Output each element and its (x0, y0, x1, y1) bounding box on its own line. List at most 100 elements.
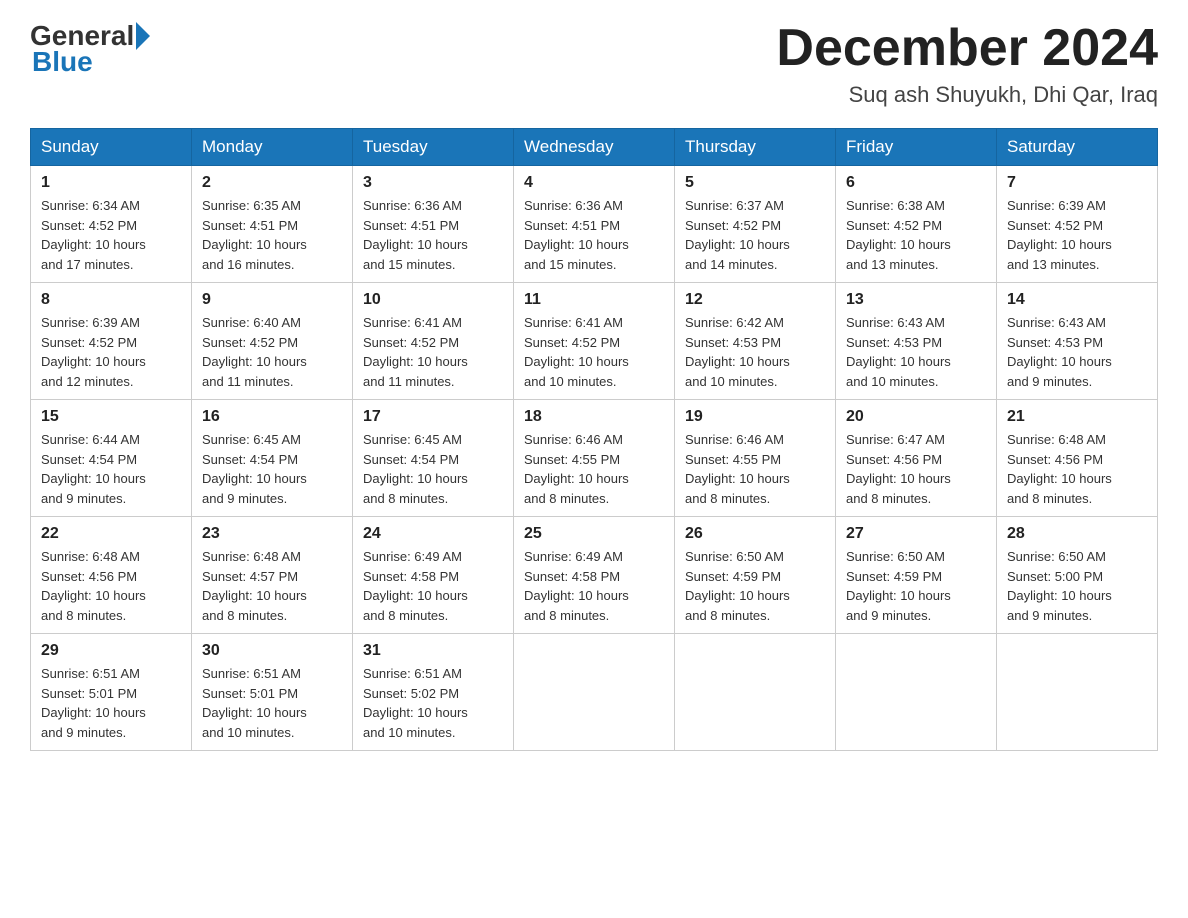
day-number: 17 (363, 408, 503, 426)
day-info: Sunrise: 6:48 AM Sunset: 4:56 PM Dayligh… (1007, 430, 1147, 508)
day-number: 12 (685, 291, 825, 309)
day-number: 19 (685, 408, 825, 426)
day-info: Sunrise: 6:48 AM Sunset: 4:57 PM Dayligh… (202, 547, 342, 625)
day-number: 25 (524, 525, 664, 543)
day-number: 13 (846, 291, 986, 309)
calendar-cell: 17 Sunrise: 6:45 AM Sunset: 4:54 PM Dayl… (353, 400, 514, 517)
calendar-cell: 27 Sunrise: 6:50 AM Sunset: 4:59 PM Dayl… (836, 517, 997, 634)
calendar-cell: 7 Sunrise: 6:39 AM Sunset: 4:52 PM Dayli… (997, 166, 1158, 283)
day-header-row: Sunday Monday Tuesday Wednesday Thursday… (31, 129, 1158, 166)
calendar-cell: 2 Sunrise: 6:35 AM Sunset: 4:51 PM Dayli… (192, 166, 353, 283)
day-number: 27 (846, 525, 986, 543)
header-wednesday: Wednesday (514, 129, 675, 166)
day-number: 21 (1007, 408, 1147, 426)
day-number: 31 (363, 642, 503, 660)
week-row-1: 1 Sunrise: 6:34 AM Sunset: 4:52 PM Dayli… (31, 166, 1158, 283)
header: General Blue December 2024 Suq ash Shuyu… (30, 20, 1158, 108)
week-row-4: 22 Sunrise: 6:48 AM Sunset: 4:56 PM Dayl… (31, 517, 1158, 634)
day-info: Sunrise: 6:51 AM Sunset: 5:02 PM Dayligh… (363, 664, 503, 742)
day-info: Sunrise: 6:41 AM Sunset: 4:52 PM Dayligh… (363, 313, 503, 391)
calendar-cell: 23 Sunrise: 6:48 AM Sunset: 4:57 PM Dayl… (192, 517, 353, 634)
day-number: 4 (524, 174, 664, 192)
title-area: December 2024 Suq ash Shuyukh, Dhi Qar, … (776, 20, 1158, 108)
calendar-cell: 6 Sunrise: 6:38 AM Sunset: 4:52 PM Dayli… (836, 166, 997, 283)
day-info: Sunrise: 6:45 AM Sunset: 4:54 PM Dayligh… (363, 430, 503, 508)
day-number: 29 (41, 642, 181, 660)
calendar-cell: 22 Sunrise: 6:48 AM Sunset: 4:56 PM Dayl… (31, 517, 192, 634)
header-monday: Monday (192, 129, 353, 166)
calendar-cell (675, 634, 836, 751)
calendar-cell: 19 Sunrise: 6:46 AM Sunset: 4:55 PM Dayl… (675, 400, 836, 517)
day-number: 16 (202, 408, 342, 426)
calendar-cell: 10 Sunrise: 6:41 AM Sunset: 4:52 PM Dayl… (353, 283, 514, 400)
calendar-cell: 9 Sunrise: 6:40 AM Sunset: 4:52 PM Dayli… (192, 283, 353, 400)
day-info: Sunrise: 6:43 AM Sunset: 4:53 PM Dayligh… (1007, 313, 1147, 391)
calendar-cell: 5 Sunrise: 6:37 AM Sunset: 4:52 PM Dayli… (675, 166, 836, 283)
calendar-cell: 13 Sunrise: 6:43 AM Sunset: 4:53 PM Dayl… (836, 283, 997, 400)
day-number: 15 (41, 408, 181, 426)
location-title: Suq ash Shuyukh, Dhi Qar, Iraq (776, 82, 1158, 108)
day-number: 11 (524, 291, 664, 309)
header-friday: Friday (836, 129, 997, 166)
day-number: 20 (846, 408, 986, 426)
logo-arrow-icon (136, 22, 150, 50)
day-number: 10 (363, 291, 503, 309)
day-info: Sunrise: 6:46 AM Sunset: 4:55 PM Dayligh… (524, 430, 664, 508)
day-info: Sunrise: 6:50 AM Sunset: 4:59 PM Dayligh… (685, 547, 825, 625)
header-thursday: Thursday (675, 129, 836, 166)
week-row-3: 15 Sunrise: 6:44 AM Sunset: 4:54 PM Dayl… (31, 400, 1158, 517)
day-info: Sunrise: 6:38 AM Sunset: 4:52 PM Dayligh… (846, 196, 986, 274)
calendar-cell: 11 Sunrise: 6:41 AM Sunset: 4:52 PM Dayl… (514, 283, 675, 400)
day-info: Sunrise: 6:43 AM Sunset: 4:53 PM Dayligh… (846, 313, 986, 391)
day-number: 26 (685, 525, 825, 543)
day-number: 18 (524, 408, 664, 426)
day-info: Sunrise: 6:34 AM Sunset: 4:52 PM Dayligh… (41, 196, 181, 274)
day-number: 5 (685, 174, 825, 192)
day-info: Sunrise: 6:49 AM Sunset: 4:58 PM Dayligh… (524, 547, 664, 625)
calendar-cell (514, 634, 675, 751)
day-info: Sunrise: 6:42 AM Sunset: 4:53 PM Dayligh… (685, 313, 825, 391)
day-info: Sunrise: 6:40 AM Sunset: 4:52 PM Dayligh… (202, 313, 342, 391)
logo: General Blue (30, 20, 152, 78)
day-number: 2 (202, 174, 342, 192)
day-number: 22 (41, 525, 181, 543)
day-info: Sunrise: 6:47 AM Sunset: 4:56 PM Dayligh… (846, 430, 986, 508)
day-number: 8 (41, 291, 181, 309)
day-info: Sunrise: 6:49 AM Sunset: 4:58 PM Dayligh… (363, 547, 503, 625)
day-info: Sunrise: 6:51 AM Sunset: 5:01 PM Dayligh… (202, 664, 342, 742)
calendar-cell: 21 Sunrise: 6:48 AM Sunset: 4:56 PM Dayl… (997, 400, 1158, 517)
day-info: Sunrise: 6:39 AM Sunset: 4:52 PM Dayligh… (41, 313, 181, 391)
calendar-cell: 31 Sunrise: 6:51 AM Sunset: 5:02 PM Dayl… (353, 634, 514, 751)
calendar-cell: 24 Sunrise: 6:49 AM Sunset: 4:58 PM Dayl… (353, 517, 514, 634)
calendar-cell: 29 Sunrise: 6:51 AM Sunset: 5:01 PM Dayl… (31, 634, 192, 751)
header-saturday: Saturday (997, 129, 1158, 166)
day-info: Sunrise: 6:46 AM Sunset: 4:55 PM Dayligh… (685, 430, 825, 508)
day-number: 6 (846, 174, 986, 192)
week-row-2: 8 Sunrise: 6:39 AM Sunset: 4:52 PM Dayli… (31, 283, 1158, 400)
day-number: 1 (41, 174, 181, 192)
calendar-cell (997, 634, 1158, 751)
header-sunday: Sunday (31, 129, 192, 166)
header-tuesday: Tuesday (353, 129, 514, 166)
month-title: December 2024 (776, 20, 1158, 77)
calendar-cell (836, 634, 997, 751)
calendar-cell: 28 Sunrise: 6:50 AM Sunset: 5:00 PM Dayl… (997, 517, 1158, 634)
calendar-cell: 3 Sunrise: 6:36 AM Sunset: 4:51 PM Dayli… (353, 166, 514, 283)
calendar-cell: 4 Sunrise: 6:36 AM Sunset: 4:51 PM Dayli… (514, 166, 675, 283)
calendar-cell: 14 Sunrise: 6:43 AM Sunset: 4:53 PM Dayl… (997, 283, 1158, 400)
day-number: 3 (363, 174, 503, 192)
day-info: Sunrise: 6:39 AM Sunset: 4:52 PM Dayligh… (1007, 196, 1147, 274)
calendar-cell: 25 Sunrise: 6:49 AM Sunset: 4:58 PM Dayl… (514, 517, 675, 634)
day-info: Sunrise: 6:45 AM Sunset: 4:54 PM Dayligh… (202, 430, 342, 508)
calendar-cell: 26 Sunrise: 6:50 AM Sunset: 4:59 PM Dayl… (675, 517, 836, 634)
day-number: 9 (202, 291, 342, 309)
calendar-cell: 18 Sunrise: 6:46 AM Sunset: 4:55 PM Dayl… (514, 400, 675, 517)
calendar-table: Sunday Monday Tuesday Wednesday Thursday… (30, 128, 1158, 751)
calendar-cell: 15 Sunrise: 6:44 AM Sunset: 4:54 PM Dayl… (31, 400, 192, 517)
day-info: Sunrise: 6:37 AM Sunset: 4:52 PM Dayligh… (685, 196, 825, 274)
day-number: 30 (202, 642, 342, 660)
day-info: Sunrise: 6:50 AM Sunset: 4:59 PM Dayligh… (846, 547, 986, 625)
day-info: Sunrise: 6:51 AM Sunset: 5:01 PM Dayligh… (41, 664, 181, 742)
day-info: Sunrise: 6:41 AM Sunset: 4:52 PM Dayligh… (524, 313, 664, 391)
calendar-cell: 1 Sunrise: 6:34 AM Sunset: 4:52 PM Dayli… (31, 166, 192, 283)
